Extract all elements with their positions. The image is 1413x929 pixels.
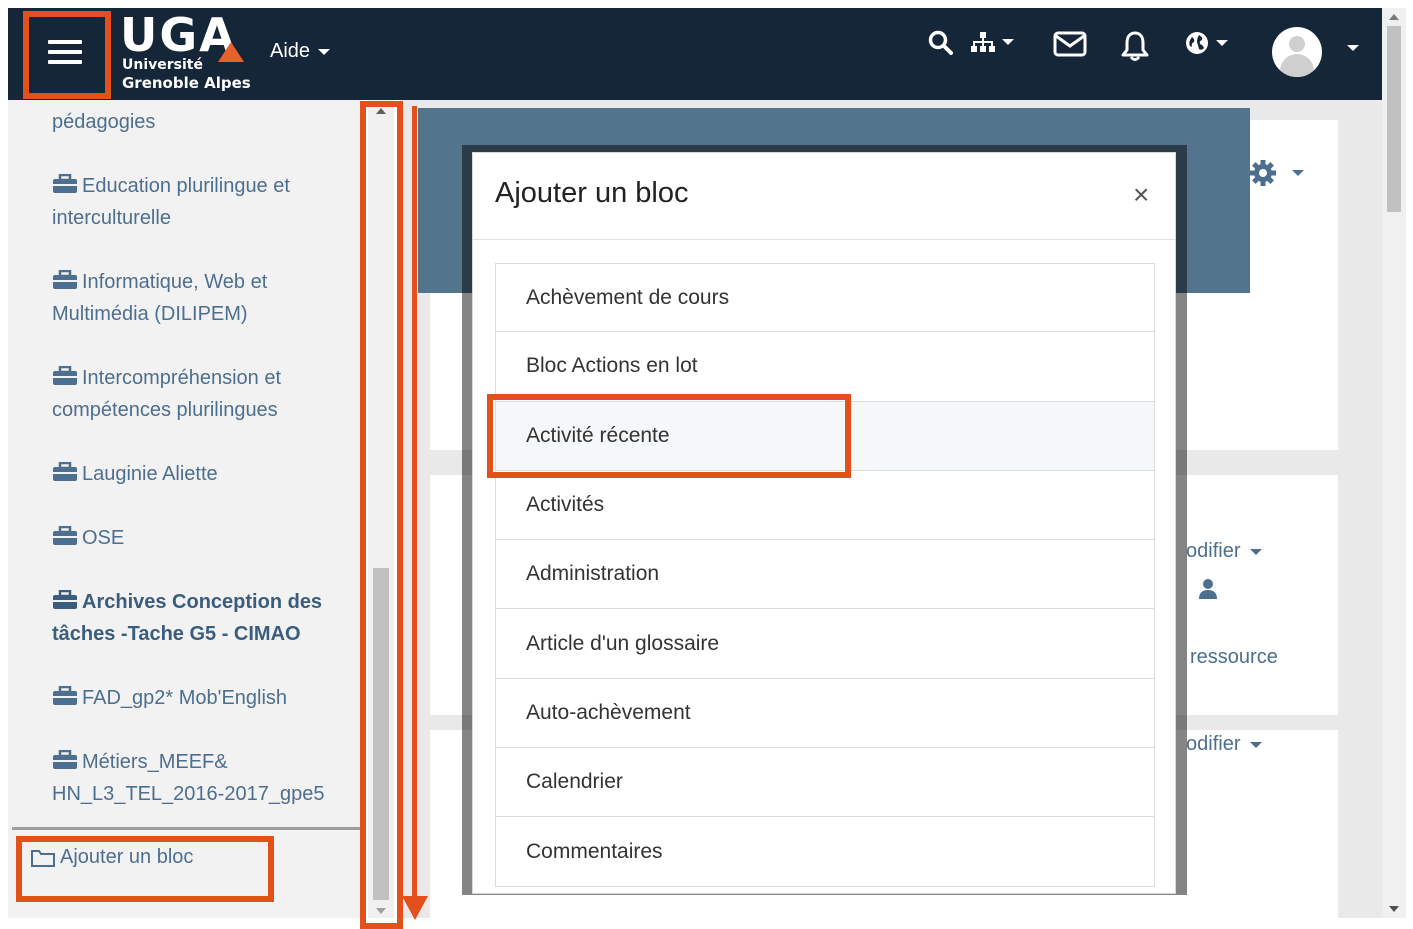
language-menu[interactable] [1184, 30, 1228, 56]
chevron-down-icon [1216, 40, 1228, 46]
block-list: Achèvement de cours Bloc Actions en lot … [495, 263, 1155, 887]
add-resource-link[interactable]: ressource [1190, 646, 1278, 669]
chevron-down-icon [318, 48, 331, 55]
chevron-down-icon [1292, 170, 1304, 176]
annotation-highlight-scrollbar [360, 101, 403, 929]
drawer-item-label: pédagogies [52, 111, 156, 133]
drawer-item[interactable]: OSE [52, 522, 352, 554]
drawer-item[interactable]: Intercompréhension et compétences pluril… [52, 362, 352, 426]
modal-divider [473, 239, 1175, 240]
nav-drawer: pédagogies Education plurilingue et inte… [8, 100, 360, 918]
briefcase-icon [53, 590, 77, 609]
briefcase-icon [53, 270, 77, 289]
drawer-item-label: OSE [82, 527, 125, 549]
user-icon [1199, 579, 1217, 599]
page-scrollbar[interactable] [1382, 8, 1406, 918]
edit-menu-label: odifier [1186, 733, 1241, 755]
drawer-item-label: Archives Conception des tâches -Tache G5… [52, 591, 323, 645]
drawer-item-label: FAD_gp2* Mob'English [82, 687, 288, 709]
drawer-item[interactable]: Informatique, Web et Multimédia (DILIPEM… [52, 266, 352, 330]
annotation-arrow-line [412, 106, 417, 902]
close-icon[interactable]: × [1133, 179, 1149, 211]
chevron-down-icon [1002, 39, 1014, 45]
block-option[interactable]: Commentaires [495, 817, 1155, 887]
block-option[interactable]: Administration [495, 540, 1155, 610]
briefcase-icon [53, 366, 77, 385]
briefcase-icon [53, 750, 77, 769]
add-block-modal: Ajouter un bloc × Achèvement de cours Bl… [472, 152, 1176, 894]
messages-button[interactable] [1053, 30, 1087, 58]
drawer-divider [12, 827, 360, 830]
drawer-item[interactable]: Métiers_MEEF& HN_L3_TEL_2016-2017_gpe5 [52, 746, 352, 810]
block-option[interactable]: Article d'un glossaire [495, 609, 1155, 679]
bell-icon [1121, 31, 1149, 61]
help-menu[interactable]: Aide [270, 40, 331, 63]
course-settings-menu[interactable] [1248, 156, 1310, 190]
block-option[interactable]: Calendrier [495, 748, 1155, 818]
edit-menu-1[interactable]: odifier [1186, 540, 1263, 563]
drawer-item[interactable]: Education plurilingue et interculturelle [52, 170, 352, 234]
search-button[interactable] [928, 30, 954, 58]
block-option[interactable]: Auto-achèvement [495, 678, 1155, 749]
modal-title: Ajouter un bloc [495, 177, 689, 209]
user-menu-chevron-icon[interactable] [1347, 45, 1359, 51]
edit-menu-label: odifier [1186, 540, 1241, 562]
search-icon [928, 30, 953, 55]
notifications-button[interactable] [1120, 30, 1150, 62]
briefcase-icon [53, 686, 77, 705]
logo-line-1: Université [122, 57, 203, 73]
scroll-up-icon[interactable] [1389, 14, 1399, 20]
help-menu-label: Aide [270, 40, 311, 62]
drawer-item-label: Lauginie Aliette [82, 463, 218, 485]
uga-logo[interactable]: UGA Université Grenoble Alpes [118, 8, 258, 94]
sitemap-icon [971, 32, 995, 52]
briefcase-icon [53, 462, 77, 481]
drawer-item-label: Education plurilingue et interculturelle [52, 175, 290, 229]
briefcase-icon [53, 174, 77, 193]
drawer-item[interactable]: Archives Conception des tâches -Tache G5… [52, 586, 352, 650]
drawer-item[interactable]: FAD_gp2* Mob'English [52, 682, 352, 714]
drawer-item-label: Informatique, Web et Multimédia (DILIPEM… [52, 271, 268, 325]
annotation-arrow-down-icon [402, 896, 428, 920]
envelope-icon [1053, 31, 1087, 57]
drawer-item-label: Intercompréhension et compétences pluril… [52, 367, 282, 421]
chevron-down-icon [1250, 548, 1263, 555]
block-option[interactable]: Achèvement de cours [495, 263, 1155, 333]
drawer-item[interactable]: pédagogies [52, 106, 352, 138]
page-root: odifier ressource odifier Ajouter un blo… [0, 0, 1413, 929]
block-option[interactable]: Activités [495, 470, 1155, 541]
gear-icon [1250, 160, 1276, 186]
chevron-down-icon [1250, 741, 1263, 748]
annotation-highlight-activity [487, 394, 851, 478]
scroll-down-icon[interactable] [1389, 906, 1399, 912]
edit-menu-2[interactable]: odifier [1186, 733, 1263, 756]
drawer-item-label: Métiers_MEEF& HN_L3_TEL_2016-2017_gpe5 [52, 751, 325, 805]
block-option[interactable]: Bloc Actions en lot [495, 332, 1155, 402]
annotation-highlight-menu [23, 11, 111, 99]
globe-icon [1186, 32, 1208, 54]
user-avatar[interactable] [1272, 27, 1322, 77]
drawer-item[interactable]: Lauginie Aliette [52, 458, 352, 490]
logo-triangle-icon [218, 42, 244, 62]
sitemap-menu[interactable] [970, 30, 1014, 54]
briefcase-icon [53, 526, 77, 545]
annotation-highlight-add-block [16, 836, 274, 902]
scrollbar-thumb[interactable] [1387, 26, 1401, 212]
logo-line-2: Grenoble Alpes [122, 74, 251, 92]
